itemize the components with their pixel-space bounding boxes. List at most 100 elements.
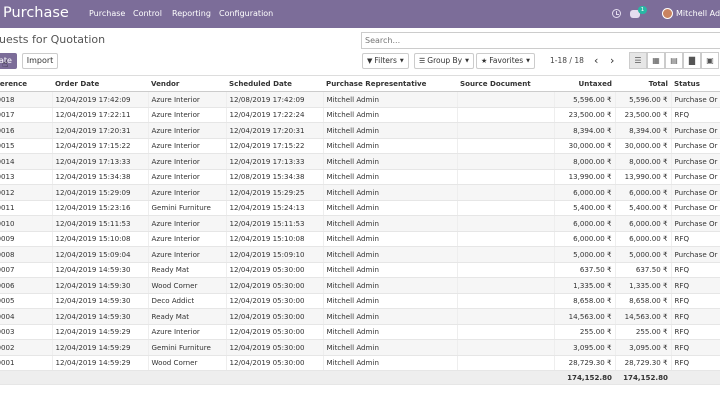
column-header-scheduled-date[interactable]: Scheduled Date [226, 75, 323, 92]
pivot-view-icon[interactable]: ▤ [665, 52, 683, 69]
cell-order-date: 12/04/2019 17:22:11 [52, 107, 149, 123]
table-row[interactable]: 0001212/04/2019 15:29:09Azure Interior12… [0, 184, 720, 201]
total-amount: 174,152.80 [615, 370, 671, 385]
table-row[interactable]: 0000412/04/2019 14:59:30Ready Mat12/04/2… [0, 308, 720, 325]
cell-order-date: 12/04/2019 14:59:30 [52, 293, 149, 309]
mouse-cursor-icon: ☝ [2, 59, 9, 70]
cell-reference: 00007 [0, 262, 53, 278]
table-row[interactable]: 0000812/04/2019 15:09:04Azure Interior12… [0, 246, 720, 263]
column-header-status[interactable]: Status [671, 75, 720, 92]
cell-untaxed: 5,400.00 ₹ [554, 200, 616, 216]
table-row[interactable]: 0000112/04/2019 14:59:29Wood Corner12/04… [0, 355, 720, 371]
pager-previous-icon[interactable]: ‹ [594, 53, 598, 69]
import-button[interactable]: Import [22, 53, 58, 69]
cell-order-date: 12/04/2019 15:10:08 [52, 231, 149, 247]
cell-status: Purchase Or [671, 153, 720, 170]
menu-control[interactable]: Control [133, 0, 162, 28]
cell-status: Purchase Or [671, 215, 720, 232]
cell-representative: Mitchell Admin [323, 231, 458, 247]
cell-total: 23,500.00 ₹ [615, 107, 672, 123]
cell-vendor: Azure Interior [148, 138, 227, 154]
caret-down-icon: ▼ [526, 58, 531, 64]
cell-untaxed: 8,000.00 ₹ [554, 153, 616, 170]
cell-scheduled-date: 12/04/2019 15:09:10 [226, 246, 324, 263]
table-row[interactable]: 0001612/04/2019 17:20:31Azure Interior12… [0, 122, 720, 139]
cell-total: 255.00 ₹ [615, 324, 672, 340]
activity-clock-icon[interactable] [612, 9, 621, 18]
favorites-label: Favorites [489, 56, 524, 65]
search-input[interactable] [361, 32, 720, 49]
cell-scheduled-date: 12/04/2019 05:30:00 [226, 308, 324, 325]
cell-total: 8,394.00 ₹ [615, 122, 672, 139]
table-row[interactable]: 0000912/04/2019 15:10:08Azure Interior12… [0, 231, 720, 247]
totals-row: 174,152.80 174,152.80 [0, 370, 720, 385]
user-name[interactable]: Mitchell Admin [676, 0, 720, 28]
column-header-total[interactable]: Total [615, 75, 671, 92]
column-header-source-document[interactable]: Source Document [457, 75, 554, 92]
app-name[interactable]: Purchase [3, 4, 69, 22]
cell-status: Purchase Or [671, 169, 720, 185]
cell-source-document [457, 246, 555, 263]
cell-order-date: 12/04/2019 17:15:22 [52, 138, 149, 154]
cell-vendor: Gemini Furniture [148, 200, 227, 216]
column-header-reference[interactable]: eference [0, 75, 52, 92]
list-view-icon[interactable]: ☰ [629, 52, 647, 69]
menu-reporting[interactable]: Reporting [172, 0, 211, 28]
cell-order-date: 12/04/2019 15:23:16 [52, 200, 149, 216]
cell-representative: Mitchell Admin [323, 246, 458, 263]
filter-icon: ▼ [367, 57, 373, 65]
cell-vendor: Azure Interior [148, 153, 227, 170]
column-header-order-date[interactable]: Order Date [52, 75, 148, 92]
cell-scheduled-date: 12/08/2019 17:42:09 [226, 91, 324, 108]
kanban-view-icon[interactable]: ▦ [647, 52, 665, 69]
cell-representative: Mitchell Admin [323, 324, 458, 340]
table-row[interactable]: 0001312/04/2019 15:34:38Azure Interior12… [0, 169, 720, 185]
table-row[interactable]: 0001812/04/2019 17:42:09Azure Interior12… [0, 91, 720, 108]
table-row[interactable]: 0000312/04/2019 14:59:29Azure Interior12… [0, 324, 720, 340]
cell-status: Purchase Or [671, 91, 720, 108]
menu-purchase[interactable]: Purchase [89, 0, 125, 28]
table-row[interactable]: 0001512/04/2019 17:15:22Azure Interior12… [0, 138, 720, 154]
column-header-representative[interactable]: Purchase Representative [323, 75, 457, 92]
pager-next-icon[interactable]: › [610, 53, 614, 69]
column-header-untaxed[interactable]: Untaxed [554, 75, 615, 92]
cell-vendor: Azure Interior [148, 91, 227, 108]
cell-scheduled-date: 12/04/2019 17:13:33 [226, 153, 324, 170]
cell-status: RFQ [671, 324, 720, 340]
groupby-button[interactable]: ☰ Group By ▼ [414, 53, 474, 69]
cell-untaxed: 8,394.00 ₹ [554, 122, 616, 139]
table-row[interactable]: 0000612/04/2019 14:59:30Wood Corner12/04… [0, 277, 720, 294]
cell-order-date: 12/04/2019 15:09:04 [52, 246, 149, 263]
cell-untaxed: 8,658.00 ₹ [554, 293, 616, 309]
cell-untaxed: 5,000.00 ₹ [554, 246, 616, 263]
table-row[interactable]: 0001712/04/2019 17:22:11Azure Interior12… [0, 107, 720, 123]
cell-source-document [457, 215, 555, 232]
cell-status: Purchase Or [671, 184, 720, 201]
cell-order-date: 12/04/2019 14:59:29 [52, 355, 149, 371]
table-row[interactable]: 0000512/04/2019 14:59:30Deco Addict12/04… [0, 293, 720, 309]
cell-source-document [457, 153, 555, 170]
calendar-view-icon[interactable]: ▣ [701, 52, 719, 69]
cell-status: RFQ [671, 355, 720, 371]
table-row[interactable]: 0001012/04/2019 15:11:53Azure Interior12… [0, 215, 720, 232]
cell-vendor: Azure Interior [148, 107, 227, 123]
cell-vendor: Ready Mat [148, 262, 227, 278]
cell-status: RFQ [671, 308, 720, 325]
cell-scheduled-date: 12/04/2019 15:11:53 [226, 215, 324, 232]
cell-scheduled-date: 12/04/2019 05:30:00 [226, 262, 324, 278]
filters-button[interactable]: ▼ Filters ▼ [362, 53, 409, 69]
table-row[interactable]: 0000712/04/2019 14:59:30Ready Mat12/04/2… [0, 262, 720, 278]
pager-value[interactable]: 1-18 / 18 [550, 53, 584, 69]
graph-view-icon[interactable]: ▇ [683, 52, 701, 69]
column-header-vendor[interactable]: Vendor [148, 75, 226, 92]
favorites-button[interactable]: ★ Favorites ▼ [476, 53, 536, 69]
cell-status: RFQ [671, 277, 720, 294]
avatar[interactable] [662, 8, 673, 19]
cell-reference: 00006 [0, 277, 53, 294]
table-row[interactable]: 0001412/04/2019 17:13:33Azure Interior12… [0, 153, 720, 170]
table-row[interactable]: 0000212/04/2019 14:59:29Gemini Furniture… [0, 339, 720, 356]
menu-configuration[interactable]: Configuration [219, 0, 273, 28]
table-row[interactable]: 0001112/04/2019 15:23:16Gemini Furniture… [0, 200, 720, 216]
cell-source-document [457, 293, 555, 309]
cell-reference: 00016 [0, 122, 53, 139]
